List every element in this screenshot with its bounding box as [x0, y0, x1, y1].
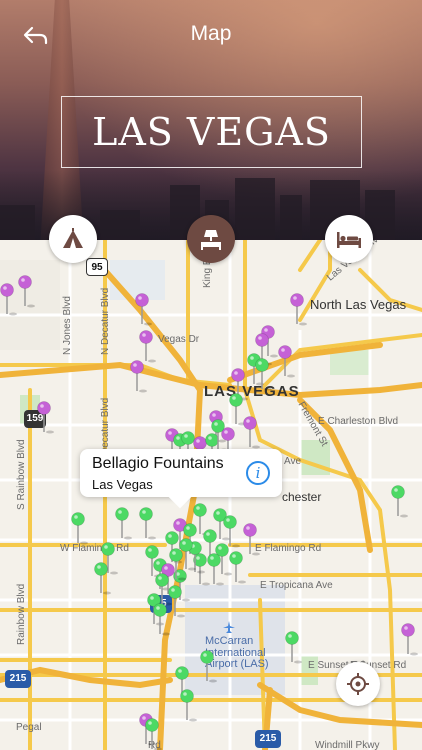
map-pin-purple[interactable]	[401, 623, 419, 656]
city-title-box: LAS VEGAS	[61, 96, 362, 168]
map-pin-purple[interactable]	[130, 360, 148, 393]
callout-title: Bellagio Fountains	[92, 455, 224, 472]
crosshair-icon	[347, 673, 369, 695]
place-callout[interactable]: Bellagio Fountains Las Vegas i	[80, 449, 282, 509]
map-pin-green[interactable]	[139, 507, 157, 540]
map-pin-green[interactable]	[168, 585, 186, 618]
map-pin-green[interactable]	[200, 650, 218, 683]
app-screen: Map LAS VEGAS North Las Vegas LAS VEGAS …	[0, 0, 422, 750]
map-pin-green[interactable]	[180, 689, 198, 722]
map-pin-purple[interactable]	[290, 293, 308, 326]
category-stays-button[interactable]	[325, 215, 373, 263]
bed-icon	[337, 232, 361, 248]
page-title: Map	[190, 22, 232, 45]
map-pin-green[interactable]	[71, 512, 89, 545]
locate-me-button[interactable]	[336, 662, 380, 706]
map-pin-purple[interactable]	[18, 275, 36, 308]
header-banner: Map LAS VEGAS	[0, 0, 422, 240]
map-pin-green[interactable]	[229, 551, 247, 584]
city-title: LAS VEGAS	[92, 110, 331, 154]
map-pin-purple[interactable]	[135, 293, 153, 326]
map-pin-purple[interactable]	[278, 345, 296, 378]
category-attractions-button[interactable]	[49, 215, 97, 263]
map-pin-purple[interactable]	[37, 401, 55, 434]
map-pin-green[interactable]	[391, 485, 409, 518]
hotel-bed-icon	[201, 230, 221, 250]
map-pin-purple[interactable]	[0, 283, 18, 316]
map-pin-green[interactable]	[153, 603, 171, 636]
category-hotels-button[interactable]	[187, 215, 235, 263]
map-pin-green[interactable]	[285, 631, 303, 664]
info-icon[interactable]: i	[246, 461, 270, 485]
map-pin-green[interactable]	[223, 515, 241, 548]
map-pin-purple[interactable]	[243, 523, 261, 556]
callout-subtitle: Las Vegas	[92, 477, 153, 492]
map-pin-purple[interactable]	[139, 330, 157, 363]
map-pin-green[interactable]	[115, 507, 133, 540]
tent-icon	[63, 228, 83, 248]
map-pin-purple[interactable]	[243, 416, 261, 449]
